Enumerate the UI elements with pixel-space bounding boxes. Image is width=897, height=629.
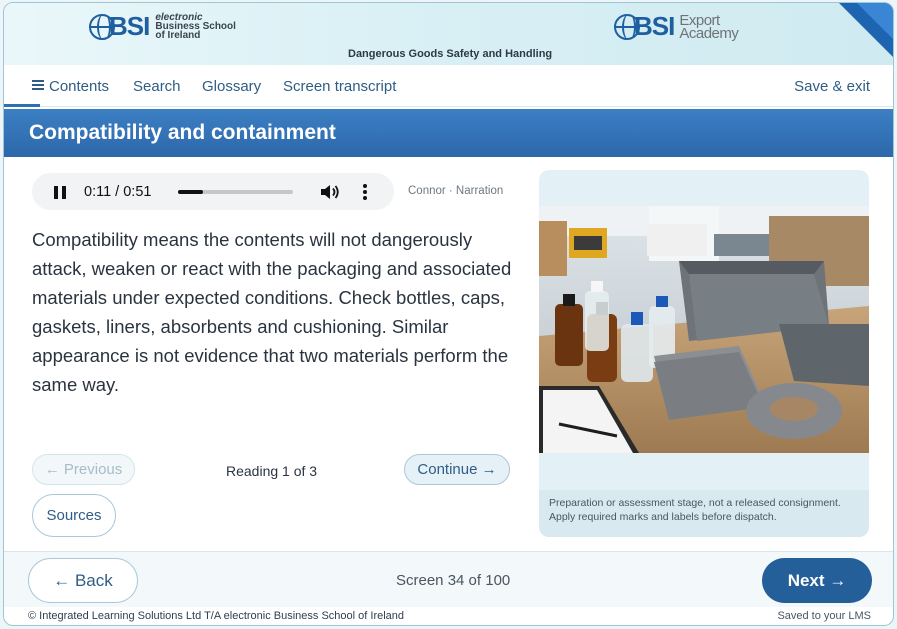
nav-contents[interactable]: Contents (32, 78, 109, 95)
image-caption: Preparation or assessment stage, not a r… (539, 490, 869, 537)
nav-search[interactable]: Search (133, 78, 181, 95)
save-exit-button[interactable]: Save & exit (794, 78, 870, 95)
audio-seek-bar[interactable] (178, 190, 293, 194)
logo-mark: BSI (109, 11, 150, 41)
warehouse-photo (539, 206, 869, 453)
title-bar: Compatibility and containment (4, 109, 893, 157)
copyright-text: © Integrated Learning Solutions Ltd T/A … (28, 610, 405, 622)
narrator-label: Connor · Narration (408, 185, 504, 197)
pause-icon[interactable] (54, 186, 66, 199)
export-academy-logo: BSI Export Academy (614, 11, 739, 42)
back-button[interactable]: ← Back (28, 558, 138, 603)
active-tab-indicator (4, 104, 40, 107)
nav-glossary[interactable]: Glossary (202, 78, 261, 95)
top-nav: Contents Search Glossary Screen transcri… (4, 65, 893, 107)
continue-button[interactable]: Continue → (404, 454, 510, 485)
menu-icon (32, 78, 44, 92)
body-paragraph: Compatibility means the contents will no… (32, 229, 512, 395)
reading-status: Reading 1 of 3 (226, 463, 318, 479)
course-title: Dangerous Goods Safety and Handling (348, 48, 553, 60)
previous-reading-button[interactable]: ← Previous (32, 454, 135, 485)
next-button[interactable]: Next → (762, 558, 872, 603)
image-panel: Preparation or assessment stage, not a r… (539, 170, 869, 537)
logo-wordmark: Export Academy (679, 11, 739, 42)
saved-status: Saved to your LMS (777, 610, 871, 622)
course-window: BSI electronic Business School of Irelan… (3, 2, 894, 626)
nav-contents-label: Contents (49, 78, 110, 95)
ebsi-logo: BSI electronic Business School of Irelan… (89, 11, 236, 42)
screen-counter: Screen 34 of 100 (396, 572, 511, 589)
sources-button[interactable]: Sources (32, 494, 116, 537)
corner-highlight (857, 3, 893, 41)
audio-time: 0:11 / 0:51 (84, 184, 152, 200)
page-title: Compatibility and containment (29, 121, 336, 144)
header-banner: BSI electronic Business School of Irelan… (4, 3, 893, 65)
nav-screen-transcript[interactable]: Screen transcript (283, 78, 396, 95)
footer-bar: ← Back Screen 34 of 100 Next → (4, 551, 893, 607)
logo-mark: BSI (634, 11, 675, 41)
audio-player: 0:11 / 0:51 (32, 173, 394, 210)
volume-icon[interactable] (320, 184, 340, 200)
more-options-icon[interactable] (363, 184, 367, 200)
audio-progress-fill (178, 190, 204, 194)
logo-wordmark: electronic Business School of Ireland (155, 12, 236, 41)
